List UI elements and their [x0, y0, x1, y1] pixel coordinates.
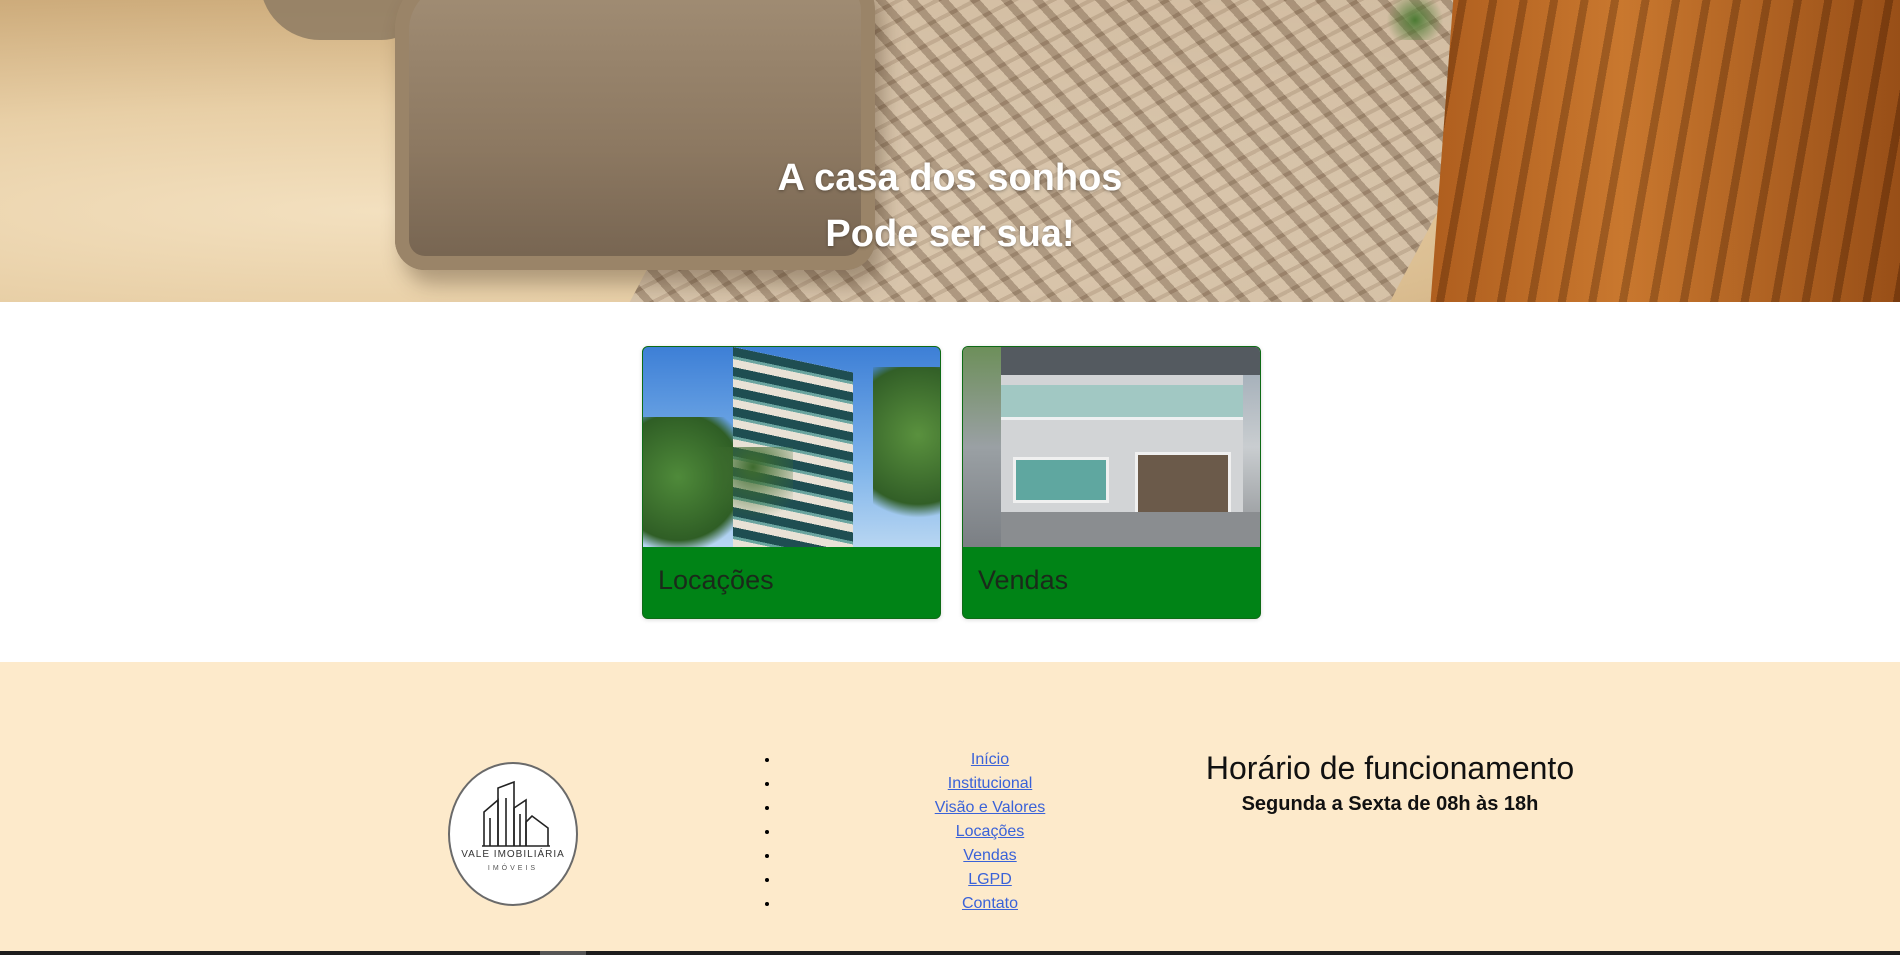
logo-name: VALE IMOBILIÁRIA: [461, 849, 565, 860]
building-image: [643, 347, 940, 547]
card-title: Locações: [658, 565, 774, 595]
buildings-icon: [482, 780, 550, 847]
scrollbar-thumb[interactable]: [540, 951, 586, 955]
nav-link-inicio[interactable]: Início: [971, 751, 1009, 768]
list-item: Locações: [780, 820, 1200, 844]
hours-title: Horário de funcionamento: [1205, 750, 1575, 786]
footer-nav: Início Institucional Visão e Valores Loc…: [760, 748, 1200, 916]
plant-decoration: [1380, 0, 1450, 40]
nav-link-institucional[interactable]: Institucional: [948, 775, 1033, 792]
nav-link-vendas[interactable]: Vendas: [963, 847, 1016, 864]
list-item: Início: [780, 748, 1200, 772]
house-image: [963, 347, 1260, 547]
list-item: Visão e Valores: [780, 796, 1200, 820]
company-logo[interactable]: VALE IMOBILIÁRIA IMÓVEIS: [448, 762, 578, 906]
list-item: Contato: [780, 892, 1200, 916]
hours-text: Segunda a Sexta de 08h às 18h: [1241, 793, 1539, 815]
list-item: LGPD: [780, 868, 1200, 892]
card-vendas[interactable]: Vendas: [962, 346, 1261, 619]
hero-headline: A casa dos sonhos: [777, 157, 1123, 199]
hero-banner: A casa dos sonhos Pode ser sua!: [0, 0, 1900, 302]
list-item: Vendas: [780, 844, 1200, 868]
list-item: Institucional: [780, 772, 1200, 796]
card-title: Vendas: [978, 565, 1069, 595]
card-locacoes[interactable]: Locações: [642, 346, 941, 619]
horizontal-scrollbar[interactable]: [0, 951, 1900, 955]
logo-subtitle: IMÓVEIS: [487, 865, 539, 872]
nav-link-lgpd[interactable]: LGPD: [968, 871, 1012, 888]
nav-link-visao-valores[interactable]: Visão e Valores: [935, 799, 1046, 816]
hero-subheadline: Pode ser sua!: [825, 213, 1075, 255]
nav-link-contato[interactable]: Contato: [962, 895, 1018, 912]
nav-link-locacoes[interactable]: Locações: [956, 823, 1025, 840]
